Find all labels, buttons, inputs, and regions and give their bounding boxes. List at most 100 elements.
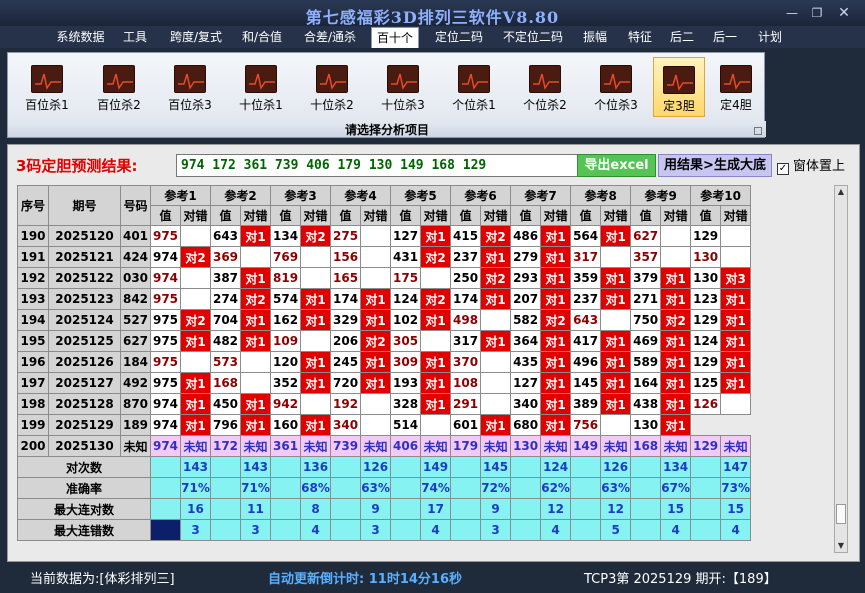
table-row[interactable]: 195 2025125 627 975 对1 482 对1 109 206 对2 305 317 对1 3…: [17, 330, 752, 352]
export-excel-button[interactable]: 导出excel: [577, 154, 656, 177]
stats-spacer: [150, 519, 181, 541]
cell-check: 未知: [720, 435, 752, 457]
ribbon-button-label: 百位杀3: [168, 98, 212, 112]
cell-check: 对2: [660, 309, 692, 331]
stats-value: 15: [720, 498, 752, 520]
ribbon-button[interactable]: 十位杀1: [230, 57, 292, 117]
table-row[interactable]: 199 2025129 189 974 对1 796 对1 160 对1 340 514 601 对1 6…: [17, 414, 751, 436]
minimize-button[interactable]: —: [780, 4, 804, 22]
cell-value: 974: [150, 414, 181, 436]
cell-value: 129: [690, 351, 722, 373]
expand-icon[interactable]: [754, 127, 762, 135]
maximize-button[interactable]: ❐: [805, 4, 829, 22]
stats-value: 3: [360, 519, 392, 541]
menu-item[interactable]: 后二: [664, 26, 700, 48]
cell-check: 对1: [540, 330, 572, 352]
table-row[interactable]: 190 2025120 401 975 643 对1 134 对2 275 127 对1 415 对2 4…: [17, 225, 752, 247]
cell-value: 357: [630, 246, 662, 268]
cell-seq: 199: [17, 414, 49, 436]
table-row[interactable]: 198 2025128 870 974 对1 450 对1 942 192 328 对1 291 340…: [17, 393, 752, 415]
cell-check: 对1: [660, 267, 692, 289]
scroll-up-icon[interactable]: ▲: [835, 186, 847, 198]
draw-info-text: TCP3第 2025129 期开:【189】: [584, 572, 777, 587]
ribbon-button[interactable]: 个位杀1: [443, 57, 505, 117]
window-title: 第七感福彩3D排列三软件V8.80: [305, 8, 560, 27]
col-header-ref: 参考8: [570, 185, 632, 206]
table-row[interactable]: 191 2025121 424 974 对2 369 769 156 431 对2 237 对1 279…: [17, 246, 752, 268]
menu-item[interactable]: 后一: [707, 26, 743, 48]
scrollbar-thumb[interactable]: [836, 504, 846, 524]
cell-period: 2025124: [48, 309, 121, 331]
generate-base-button[interactable]: 用结果>生成大底: [658, 154, 772, 177]
ribbon-button[interactable]: 个位杀2: [514, 57, 576, 117]
menu-item[interactable]: 特征: [620, 26, 660, 48]
subheader-value: 值: [630, 205, 662, 226]
ribbon-button[interactable]: 定4胆: [710, 57, 762, 117]
cell-check: 对2: [540, 309, 572, 331]
menu-item[interactable]: 合差/通杀: [297, 26, 363, 48]
cell-check: 对1: [420, 372, 452, 394]
cell-check: 对2: [179, 309, 212, 331]
stats-spacer: [690, 477, 722, 499]
scroll-down-icon[interactable]: ▼: [835, 540, 847, 552]
ribbon-button[interactable]: 十位杀3: [372, 57, 434, 117]
cell-value: 328: [390, 393, 422, 415]
cell-value: 514: [390, 414, 422, 436]
ribbon-panel: 百位杀1 百位杀2 百位杀3 十位杀1 十位杀2 十位杀3 个位杀1 个位杀2 个位杀3 定3胆 定…: [7, 52, 766, 138]
cell-check: 对1: [179, 393, 212, 415]
cell-check: 对1: [240, 225, 272, 247]
menu-item[interactable]: 振幅: [576, 26, 614, 48]
table-row[interactable]: 192 2025122 030 974 387 对1 819 165 175 250 对2 293 对1…: [17, 267, 752, 289]
table-row[interactable]: 196 2025126 184 975 573 120 对1 245 对1 309 对1 370 435…: [17, 351, 752, 373]
table-row[interactable]: 193 2025123 842 975 274 对2 574 对1 174 对1 124 对2 174 对…: [17, 288, 752, 310]
cell-check: 对2: [240, 288, 272, 310]
menu-item[interactable]: 工具: [116, 26, 154, 48]
prediction-result-field[interactable]: 974 172 361 739 406 179 130 149 168 129: [176, 154, 582, 177]
cell-value: 564: [570, 225, 602, 247]
vertical-scrollbar[interactable]: ▲ ▼: [834, 185, 848, 553]
menu-item[interactable]: 跨度/复式: [160, 26, 232, 48]
current-data-text: 当前数据为:[体彩排列三]: [30, 572, 175, 587]
menu-item[interactable]: 百十个: [371, 27, 419, 48]
cell-check: 对1: [300, 288, 332, 310]
ribbon-button[interactable]: 百位杀3: [159, 57, 221, 117]
ribbon-button[interactable]: 个位杀3: [585, 57, 647, 117]
ribbon-button[interactable]: 百位杀1: [16, 57, 78, 117]
cell-check: 未知: [179, 435, 212, 457]
cell-check: 对1: [360, 309, 392, 331]
stats-value: 3: [240, 519, 272, 541]
trend-chart-icon: [529, 65, 561, 93]
menu-item[interactable]: 计划: [752, 26, 788, 48]
cell-value: 275: [330, 225, 362, 247]
stats-spacer: [450, 519, 482, 541]
subheader-value: 值: [570, 205, 602, 226]
table-row[interactable]: 194 2025124 527 975 对2 704 对1 162 对1 329 对1 102 对1 49…: [17, 309, 752, 331]
cell-value: 134: [270, 225, 302, 247]
cell-check: 对1: [240, 393, 272, 415]
table-row-pending[interactable]: 200 2025130 未知 974 未知 172 未知 361 未知 739 未知 406 未知 179…: [17, 435, 752, 457]
ribbon-button-label: 十位杀2: [310, 98, 354, 112]
cell-check: 对1: [600, 393, 632, 415]
cell-check: 对1: [480, 414, 512, 436]
cell-value: 179: [450, 435, 482, 457]
ribbon-button[interactable]: 十位杀2: [301, 57, 363, 117]
cell-check: 对1: [540, 372, 572, 394]
stats-value: 145: [480, 456, 512, 478]
menu-item[interactable]: 定位二码: [428, 26, 490, 48]
ribbon-button[interactable]: 定3胆: [653, 57, 705, 117]
cell-value: 415: [450, 225, 482, 247]
table-row[interactable]: 197 2025127 492 975 对1 168 352 对1 720 对1 193 对1 108 1…: [17, 372, 752, 394]
cell-value: 769: [270, 246, 302, 268]
menu-item[interactable]: 不定位二码: [496, 26, 570, 48]
ribbon-button[interactable]: 百位杀2: [88, 57, 150, 117]
close-button[interactable]: ✕: [832, 4, 856, 22]
cell-value: 574: [270, 288, 302, 310]
menu-item[interactable]: 和/合值: [236, 26, 288, 48]
subheader-value: 值: [330, 205, 362, 226]
stats-spacer: [330, 456, 362, 478]
topmost-checkbox[interactable]: ✓ 窗体置上: [777, 155, 845, 175]
cell-value: 102: [390, 309, 422, 331]
cell-value: 361: [270, 435, 302, 457]
cell-check: [360, 414, 392, 436]
menu-item[interactable]: 系统数据: [52, 26, 109, 48]
